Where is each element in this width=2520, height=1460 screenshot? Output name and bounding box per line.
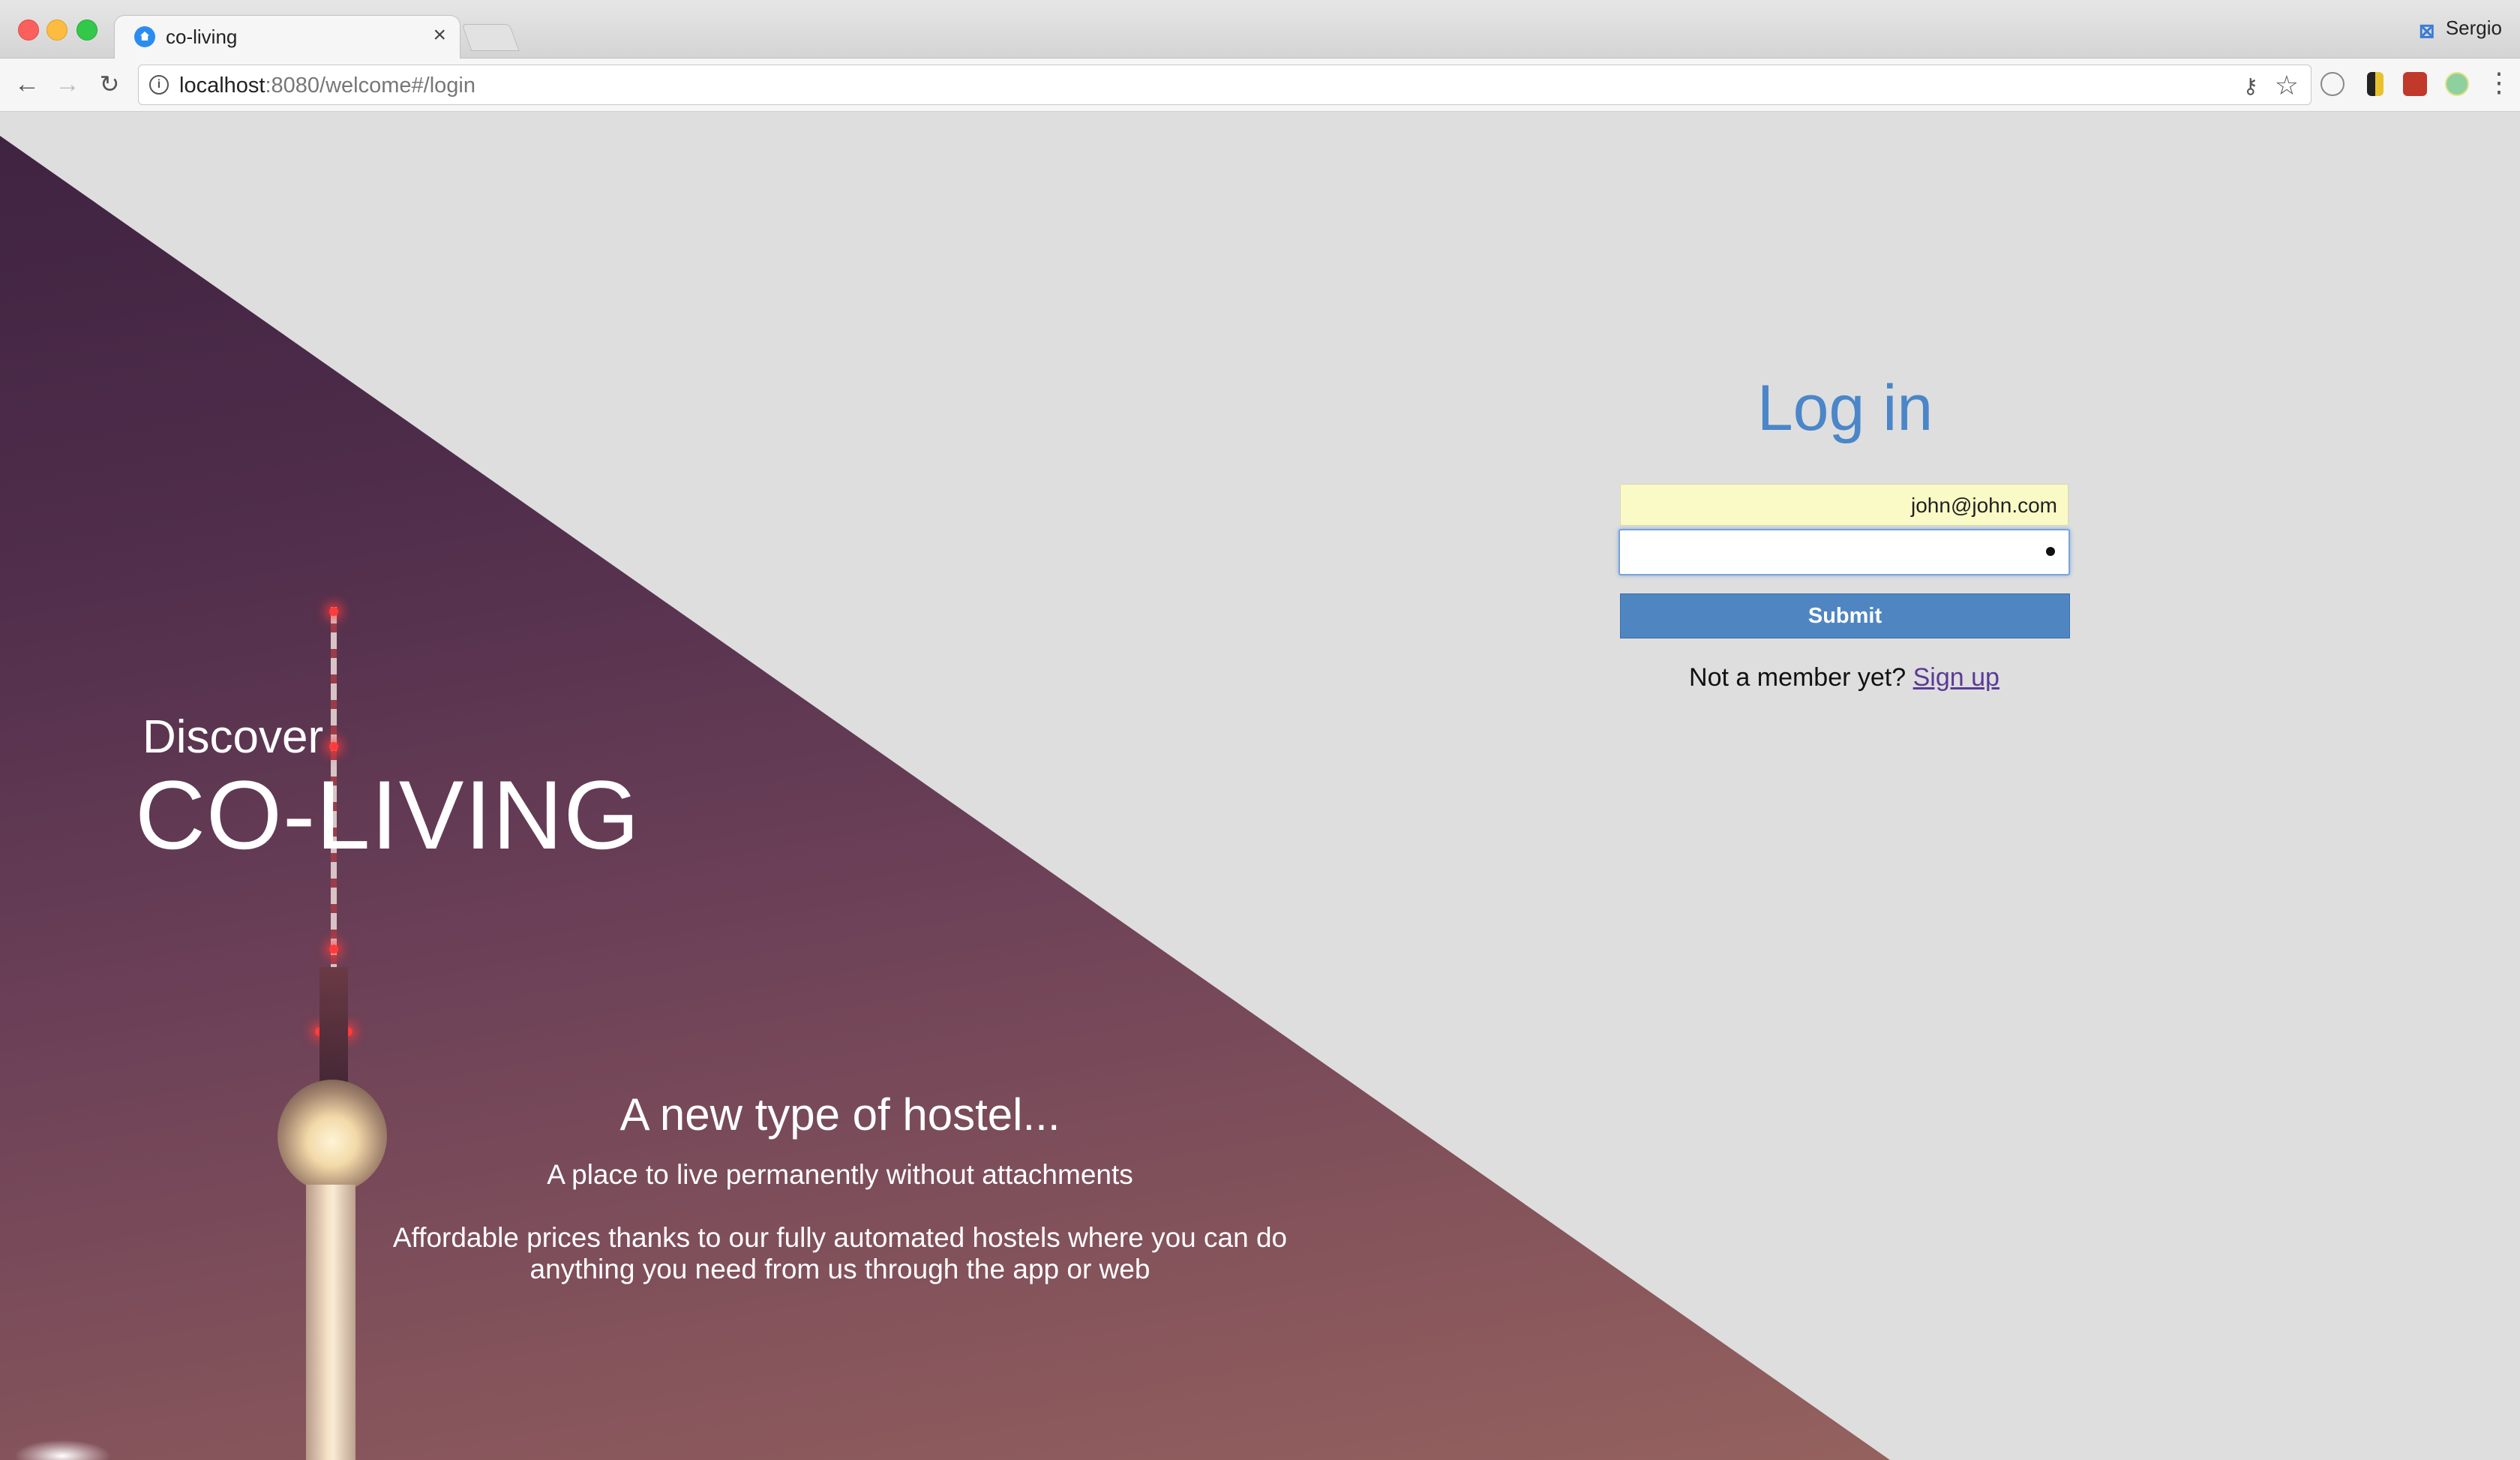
- minimize-window-button[interactable]: [46, 20, 68, 41]
- browser-tab[interactable]: co-living ×: [114, 15, 460, 59]
- info-icon[interactable]: i: [149, 75, 169, 95]
- profile-button[interactable]: ⊠ Sergio: [2418, 17, 2502, 42]
- tagline-title: A new type of hostel...: [620, 1089, 1060, 1140]
- url-text[interactable]: localhost:8080/welcome#/login: [179, 74, 476, 98]
- star-icon[interactable]: ☆: [2275, 70, 2299, 101]
- submit-button[interactable]: Submit: [1620, 593, 2070, 638]
- url-path: :8080/welcome#/login: [265, 74, 476, 98]
- password-field[interactable]: [1618, 529, 2070, 575]
- back-arrow-icon[interactable]: ←: [10, 68, 44, 101]
- tagline-subtitle: A place to live permanently without atta…: [547, 1159, 1133, 1190]
- tab-close-icon[interactable]: ×: [433, 24, 446, 47]
- url-host: localhost: [179, 74, 266, 98]
- tagline-description: Affordable prices thanks to our fully au…: [392, 1222, 1288, 1284]
- profile-icon: ⊠: [2418, 20, 2435, 42]
- profile-name: Sergio: [2445, 17, 2502, 39]
- reload-icon[interactable]: ↻: [93, 68, 126, 101]
- page-viewport: Discover CO-LIVING A new type of hostel.…: [0, 112, 2520, 1460]
- tower-light: [329, 742, 338, 751]
- key-icon[interactable]: ⚷: [2242, 74, 2258, 98]
- extension-icon-2[interactable]: [2367, 72, 2384, 96]
- close-window-button[interactable]: [18, 20, 39, 41]
- signup-link[interactable]: Sign up: [1913, 663, 2000, 692]
- ground-lights: [14, 1440, 111, 1460]
- hero-discover: Discover: [142, 711, 324, 763]
- browser-toolbar: ← → ↻ i localhost:8080/welcome#/login ⚷ …: [0, 59, 2520, 112]
- home-icon: [134, 26, 155, 47]
- address-bar[interactable]: i localhost:8080/welcome#/login ⚷ ☆: [138, 65, 2312, 105]
- tab-title: co-living: [166, 26, 238, 48]
- forward-arrow-icon[interactable]: →: [51, 68, 84, 101]
- email-field[interactable]: john@john.com: [1620, 484, 2068, 526]
- hero-brand: CO-LIVING: [135, 760, 640, 870]
- menu-dots-icon[interactable]: ⋮: [2486, 68, 2512, 98]
- extension-icon-3[interactable]: [2403, 72, 2427, 96]
- extension-icon-1[interactable]: [2320, 72, 2344, 96]
- signup-prompt: Not a member yet?: [1689, 663, 1906, 692]
- maximize-window-button[interactable]: [76, 20, 98, 41]
- extension-icon-4[interactable]: [2445, 72, 2469, 96]
- login-title: Log in: [1756, 372, 1934, 444]
- browser-titlebar: co-living × ⊠ Sergio: [0, 0, 2520, 59]
- new-tab-button[interactable]: [461, 24, 520, 51]
- password-mask-dot: [2046, 547, 2055, 556]
- signup-row: Not a member yet? Sign up: [1620, 663, 2068, 692]
- tower-light: [329, 945, 338, 954]
- tower-light: [329, 607, 338, 616]
- tower-sphere: [278, 1080, 387, 1192]
- tower-shaft: [306, 1185, 356, 1460]
